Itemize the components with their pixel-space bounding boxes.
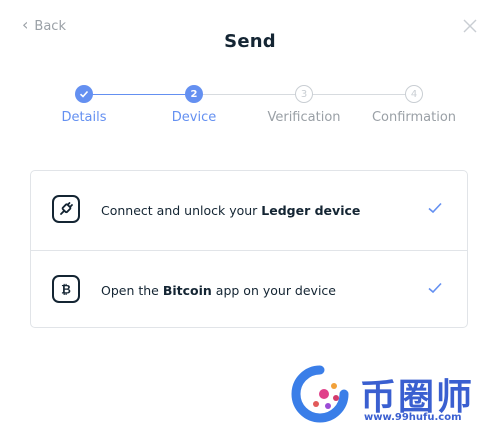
check-icon [428, 282, 442, 294]
bitcoin-icon: ₿ [52, 275, 80, 303]
stepper-connector [84, 94, 194, 95]
step-text-part: app on your device [211, 283, 336, 298]
stepper-connector [304, 94, 414, 95]
step-text-bold: Bitcoin [162, 283, 212, 298]
stepper-connector [194, 94, 304, 95]
step-4-indicator: 4 [405, 85, 423, 103]
check-icon [79, 90, 89, 98]
step-2-label: Device [171, 110, 217, 125]
watermark-logo-icon [291, 365, 349, 423]
step-3-indicator: 3 [295, 85, 313, 103]
step-text-bold: Ledger device [261, 203, 361, 218]
check-icon [428, 202, 442, 214]
svg-text:₿: ₿ [61, 283, 71, 297]
device-step-row: Connect and unlock your Ledger device [31, 171, 467, 250]
step-3-label: Verification [267, 110, 341, 125]
step-4-label: Confirmation [371, 110, 457, 125]
step-1-indicator [75, 85, 93, 103]
device-steps-card: Connect and unlock your Ledger device ₿ … [30, 170, 468, 328]
step-2-indicator: 2 [185, 85, 203, 103]
step-text-part: Open the [101, 283, 163, 298]
step-1-label: Details [61, 110, 107, 125]
step-text-part: Connect and unlock your [101, 203, 262, 218]
progress-stepper: 2 3 4 Details Device Verification Confir… [0, 84, 500, 144]
watermark: 币圈师 www.99hufu.com [290, 364, 495, 426]
page-title: Send [224, 31, 276, 52]
device-step-text: Open the Bitcoin app on your device [101, 283, 336, 298]
watermark-url: www.99hufu.com [364, 412, 462, 423]
usb-plug-icon [52, 195, 80, 223]
device-step-row: ₿ Open the Bitcoin app on your device [31, 250, 467, 330]
device-step-text: Connect and unlock your Ledger device [101, 203, 360, 218]
